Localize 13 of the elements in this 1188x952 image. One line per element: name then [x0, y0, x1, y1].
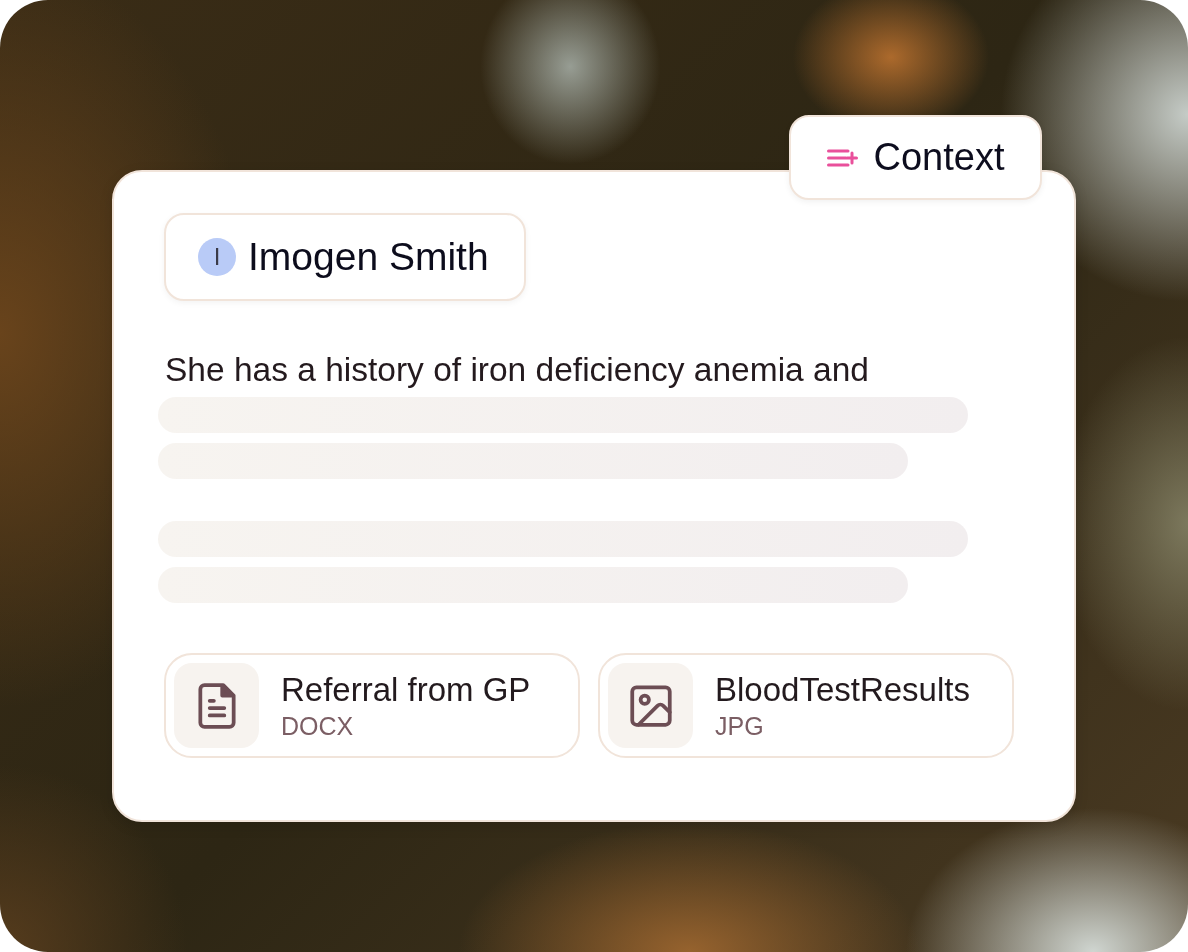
context-button[interactable]: Context — [789, 115, 1042, 200]
file-name: BloodTestResults — [715, 670, 970, 709]
list-plus-icon — [826, 148, 858, 167]
patient-chip[interactable]: I Imogen Smith — [164, 213, 526, 301]
attachment-card[interactable]: Referral from GP DOCX — [164, 653, 580, 758]
file-name: Referral from GP — [281, 670, 531, 709]
document-icon — [174, 663, 259, 748]
file-type: JPG — [715, 710, 765, 741]
note-text: She has a history of iron deficiency anemia and — [165, 350, 869, 390]
image-icon — [608, 663, 693, 748]
avatar-initial: I — [198, 238, 236, 276]
file-type: DOCX — [281, 710, 355, 741]
attachment-card[interactable]: BloodTestResults JPG — [598, 653, 1014, 758]
